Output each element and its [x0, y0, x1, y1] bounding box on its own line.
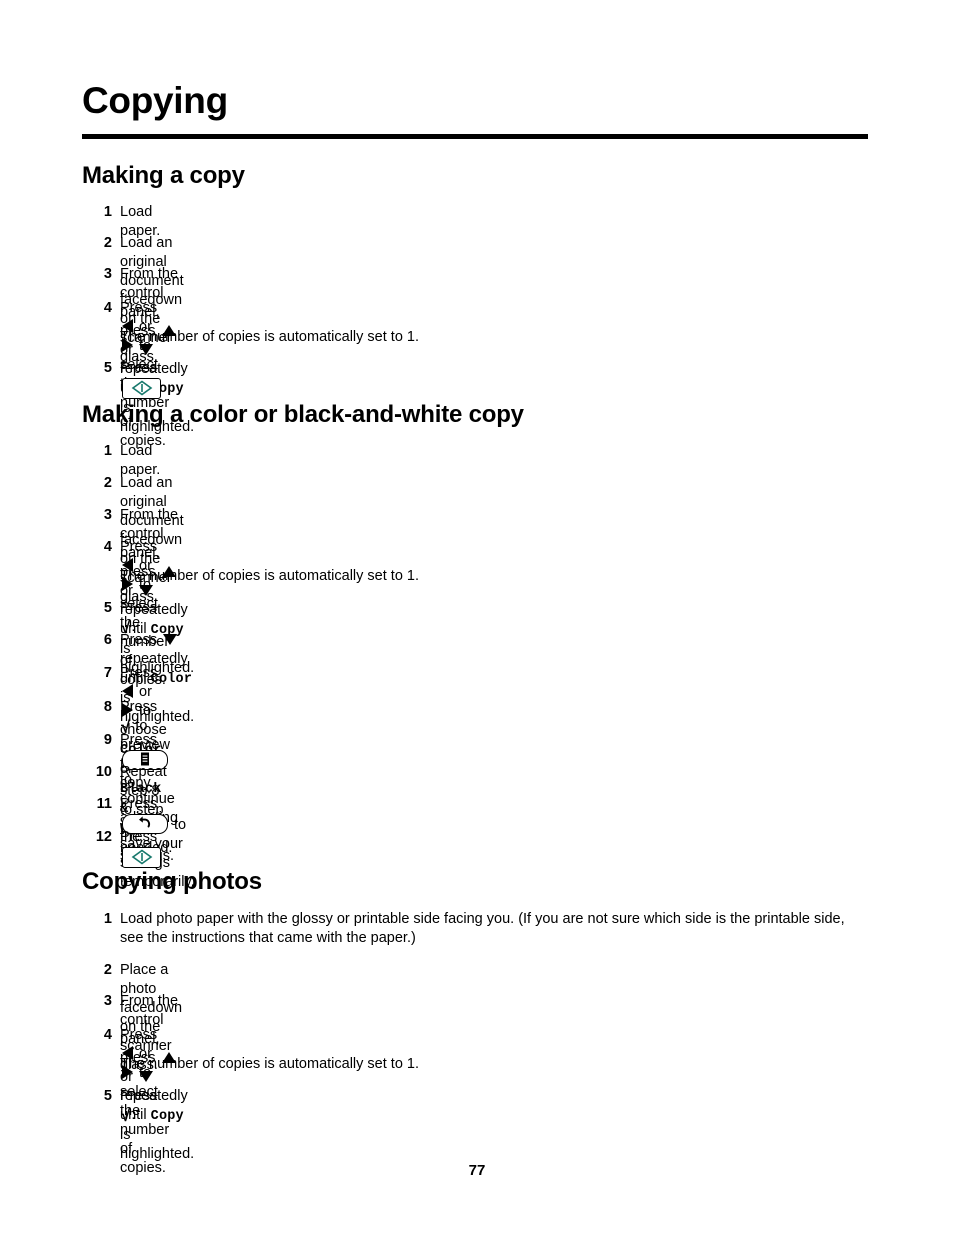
section-heading-color-bw-copy: Making a color or black-and-white copy [82, 401, 524, 428]
step-number: 11 [96, 796, 112, 812]
start-key-icon[interactable] [122, 378, 161, 399]
step-text-part: Press [120, 600, 158, 616]
step-text-part: Press [120, 539, 158, 555]
checkmark-icon: √ [121, 1106, 131, 1125]
step-number: 5 [103, 600, 112, 616]
step-text-part: Press [120, 300, 158, 316]
triangle-left-icon [122, 684, 133, 698]
step-number: 10 [95, 764, 112, 780]
step-number: 6 [103, 632, 112, 648]
step-text-part: Press [120, 1027, 158, 1043]
page-number: 77 [468, 1162, 486, 1179]
step-number: 2 [103, 475, 112, 491]
step-number: 3 [103, 266, 112, 282]
step-number: 1 [103, 443, 112, 459]
step-note: The number of copies is automatically se… [120, 329, 420, 345]
step-text-part: Press [120, 360, 158, 376]
step-number: 5 [103, 360, 112, 376]
title-divider [82, 134, 868, 139]
section-heading-making-a-copy: Making a copy [82, 162, 245, 189]
step-number: 12 [95, 829, 112, 845]
page-title: Copying [82, 80, 228, 121]
step-number: 5 [103, 1088, 112, 1104]
step-text-part: Press [120, 632, 162, 648]
step-number: 9 [103, 732, 112, 748]
step-note: The number of copies is automatically se… [120, 1056, 420, 1072]
step-number: 1 [103, 204, 112, 220]
triangle-down-icon [163, 634, 178, 645]
step-text-part: . [131, 1107, 136, 1123]
step-text-part: Press [120, 665, 158, 681]
step-text: Press √. [120, 1087, 157, 1125]
step-number: 4 [103, 300, 112, 316]
step-note: The number of copies is automatically se… [120, 568, 420, 584]
step-number: 1 [103, 911, 112, 927]
step-text-part: Press [120, 796, 158, 812]
step-number: 2 [103, 962, 112, 978]
step-number: 4 [103, 539, 112, 555]
step-number: 3 [103, 993, 112, 1009]
section-heading-copying-photos: Copying photos [82, 868, 262, 895]
step-number: 8 [103, 699, 112, 715]
step-text-part: Press [120, 1088, 158, 1104]
step-text-part: Press [120, 699, 158, 715]
step-number: 7 [103, 665, 112, 681]
step-number: 2 [103, 235, 112, 251]
document-page: Copying Making a copy 1 Load paper. 2 Lo… [0, 0, 954, 1235]
start-key-icon[interactable] [122, 847, 161, 868]
step-number: 3 [103, 507, 112, 523]
step-text-part: Press [120, 732, 158, 748]
step-text-part: Press [120, 829, 158, 845]
step-text: Load photo paper with the glossy or prin… [120, 911, 845, 946]
step-number: 4 [103, 1027, 112, 1043]
